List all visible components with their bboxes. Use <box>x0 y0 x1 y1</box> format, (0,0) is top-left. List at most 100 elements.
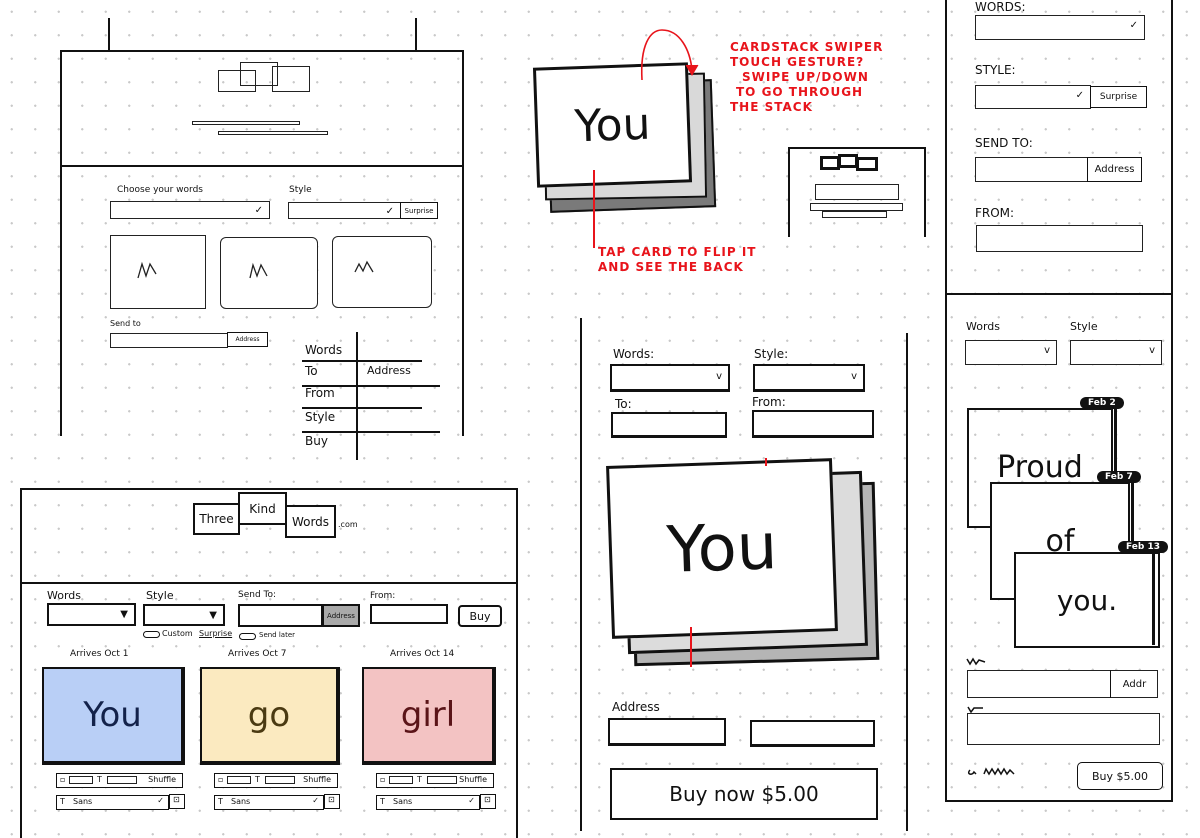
surprise-button[interactable]: Surprise <box>1090 86 1147 108</box>
word-card[interactable]: You <box>606 458 838 639</box>
card-word: You <box>573 98 652 152</box>
row-label: From <box>305 386 335 400</box>
style-label: Style <box>146 589 174 602</box>
font-icon: T <box>380 797 385 806</box>
address-button[interactable]: Address <box>1087 157 1142 182</box>
address-input-2[interactable] <box>750 720 875 747</box>
custom-toggle[interactable] <box>143 631 160 638</box>
color-controls: ▫ T Shuffle <box>214 773 338 788</box>
frame-line <box>108 18 110 50</box>
caret-down-icon: ▼ <box>209 610 217 621</box>
color-swatch-icon[interactable]: ▫ <box>60 775 65 784</box>
word-card[interactable]: you. <box>1014 552 1160 648</box>
address-button[interactable]: Addr <box>1110 670 1158 698</box>
color-swatch-icon[interactable]: ▫ <box>218 775 223 784</box>
style-dropdown[interactable]: ✓ <box>975 85 1091 109</box>
buy-button[interactable]: Buy <box>458 605 502 627</box>
text-color-input[interactable] <box>107 776 137 784</box>
phone-bottom-edge <box>945 800 1173 802</box>
send-to-input[interactable] <box>238 604 323 627</box>
surprise-link[interactable]: Surprise <box>199 629 232 638</box>
from-input[interactable] <box>967 713 1160 745</box>
lock-button[interactable]: ⊡ <box>480 794 496 809</box>
color-swatch-icon[interactable]: ▫ <box>380 775 385 784</box>
word-card[interactable]: go <box>200 667 340 765</box>
word-card[interactable]: girl <box>362 667 496 765</box>
shuffle-button[interactable]: Shuffle <box>459 775 487 784</box>
lock-button[interactable]: ⊡ <box>324 794 340 809</box>
words-label: Choose your words <box>117 185 203 195</box>
row-label: Buy <box>305 434 328 448</box>
color-input[interactable] <box>227 776 251 784</box>
color-input[interactable] <box>69 776 93 784</box>
font-dropdown[interactable]: T Sans ✓ <box>56 795 169 810</box>
address-button[interactable]: Address <box>322 604 360 627</box>
style-dropdown[interactable]: ▼ <box>143 604 225 626</box>
word-card-placeholder <box>220 237 318 309</box>
lock-icon: ⊡ <box>484 795 491 804</box>
header-divider <box>60 165 464 167</box>
from-input[interactable] <box>752 410 874 438</box>
color-input[interactable] <box>389 776 413 784</box>
phone-edge <box>580 318 582 831</box>
logo-word: Kind <box>238 492 287 525</box>
card-word: You <box>83 695 142 735</box>
word-card[interactable]: You <box>42 667 185 765</box>
address-label: Address <box>612 700 660 714</box>
font-value: Sans <box>231 797 251 806</box>
row-label: Style <box>305 410 336 424</box>
mini-page-sketch <box>788 147 926 237</box>
style-dropdown[interactable]: v <box>1070 340 1162 365</box>
words-dropdown[interactable]: v <box>965 340 1057 365</box>
to-input[interactable] <box>611 412 727 438</box>
surprise-button[interactable]: Surprise <box>400 202 438 219</box>
text-color-input[interactable] <box>265 776 295 784</box>
phone-edge <box>906 333 908 831</box>
send-later-toggle[interactable] <box>239 633 256 640</box>
words-dropdown[interactable]: ▼ <box>47 603 136 626</box>
font-dropdown[interactable]: T Sans ✓ <box>214 795 324 810</box>
text-color-input[interactable] <box>427 776 457 784</box>
word-card-placeholder <box>110 235 206 309</box>
address-input[interactable] <box>608 718 726 746</box>
connector-line <box>1114 407 1117 477</box>
text-color-icon[interactable]: T <box>417 775 422 784</box>
style-label: Style <box>289 185 312 195</box>
lock-icon: ⊡ <box>173 795 180 804</box>
shuffle-button[interactable]: Shuffle <box>303 775 331 784</box>
words-dropdown[interactable]: v <box>610 364 730 392</box>
row-divider <box>302 360 422 362</box>
shuffle-button[interactable]: Shuffle <box>148 775 176 784</box>
mini-bar <box>810 203 903 211</box>
words-label: Words <box>966 320 1001 333</box>
chevron-down-icon: ✓ <box>312 796 319 805</box>
date-badge: Feb 13 <box>1118 541 1168 553</box>
text-color-icon[interactable]: T <box>255 775 260 784</box>
chevron-down-icon: ✓ <box>468 796 475 805</box>
style-dropdown[interactable]: v <box>753 364 865 392</box>
words-dropdown[interactable]: ✓ <box>975 15 1145 40</box>
words-dropdown[interactable]: ✓ <box>110 201 270 219</box>
send-to-input[interactable] <box>110 333 228 348</box>
style-label: Style: <box>754 347 789 361</box>
style-label: STYLE: <box>975 63 1016 77</box>
lock-button[interactable]: ⊡ <box>169 794 185 809</box>
chevron-down-icon: v <box>851 371 857 382</box>
send-to-label: Send to <box>110 319 141 328</box>
from-input[interactable] <box>976 225 1143 252</box>
note-line: TAP CARD TO FLIP IT <box>598 245 757 259</box>
logo-word: Words <box>285 505 336 538</box>
buy-now-button[interactable]: Buy now $5.00 <box>610 768 878 820</box>
card-word: girl <box>400 695 456 735</box>
from-input[interactable] <box>370 604 448 624</box>
style-dropdown[interactable]: ✓ <box>288 202 401 219</box>
send-to-input[interactable] <box>975 157 1088 182</box>
chevron-down-icon: v <box>1149 345 1155 356</box>
text-color-icon[interactable]: T <box>97 775 102 784</box>
font-dropdown[interactable]: T Sans ✓ <box>376 795 480 810</box>
address-button[interactable]: Address <box>227 332 268 347</box>
card-word: go <box>247 695 291 735</box>
to-label: To: <box>615 397 632 411</box>
buy-button[interactable]: Buy $5.00 <box>1077 762 1163 790</box>
annotation-mark <box>765 458 767 466</box>
